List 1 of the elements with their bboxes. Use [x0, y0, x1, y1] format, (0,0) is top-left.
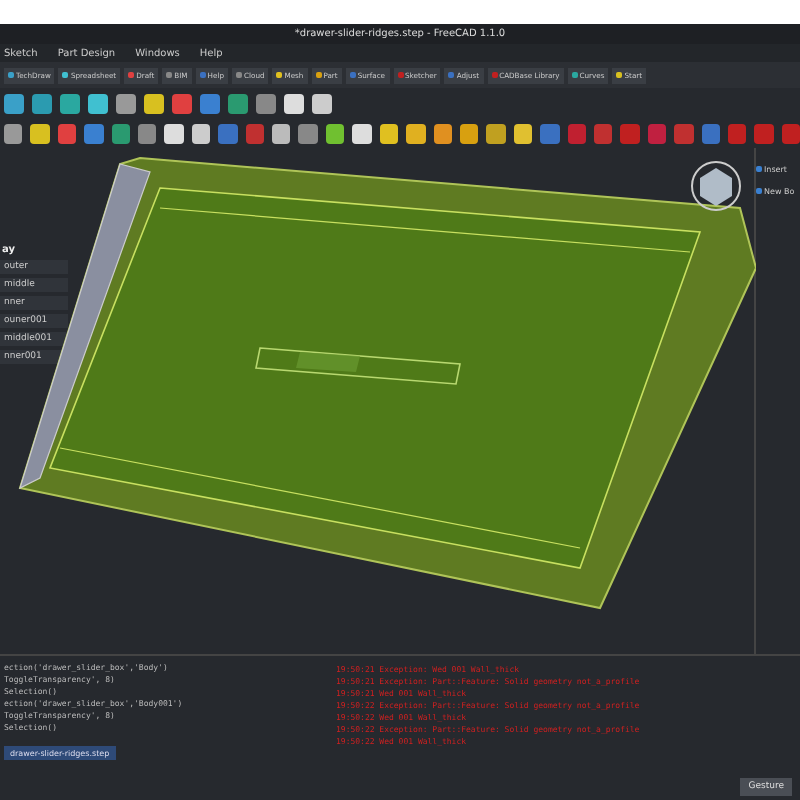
- navigation-cube-icon[interactable]: [686, 156, 746, 216]
